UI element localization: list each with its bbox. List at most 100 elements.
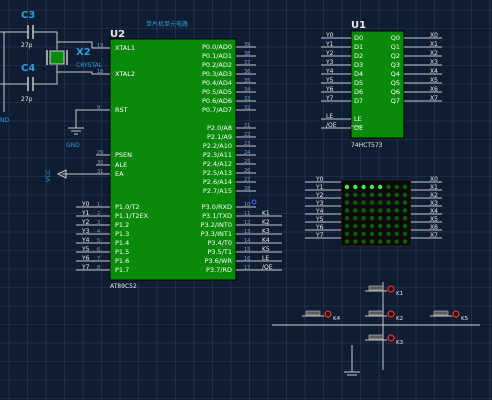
u2-part: AT89C52 — [110, 283, 137, 290]
u1-d-pin-name: D0 — [354, 34, 363, 42]
led-dot-off — [378, 216, 383, 221]
push-button-cap[interactable] — [305, 310, 321, 316]
u2-right-pin-name: P0.4/AD4 — [202, 79, 232, 87]
u2-right-pin-number: 10 — [244, 202, 250, 208]
u2-left-pin-name: P1.5 — [115, 248, 129, 256]
u2-right-pin-number: 23 — [244, 141, 250, 147]
u2-right-pin-number: 25 — [244, 159, 250, 165]
led-dot-off — [402, 200, 408, 205]
u2-right-pin-name: P3.1/TXD — [202, 212, 232, 220]
u1-ref: U1 — [351, 20, 366, 31]
led-dot-off — [353, 200, 358, 205]
u2-left-pin-number: 7 — [97, 256, 100, 262]
led-dot-on — [369, 184, 375, 190]
u2-right-pin-name: P3.2/INT0 — [201, 221, 232, 229]
u2-right-pin-number: 17 — [244, 265, 250, 271]
c3-ref: C3 — [21, 10, 35, 21]
led-dot-off — [394, 223, 399, 229]
u1-q-pin-name: Q0 — [391, 34, 400, 42]
u2-left-pin-name: P1.1/T2EX — [115, 212, 149, 220]
push-button-cap[interactable] — [368, 285, 384, 291]
button-label: K5 — [461, 316, 469, 322]
left-gnd-label: ND — [0, 117, 9, 124]
led-dot-off — [386, 223, 391, 229]
schematic-canvas[interactable]: C3 27p C4 27p ND X2 CRYSTAL GND VCC U2 单… — [0, 0, 492, 400]
led-dot-off — [402, 192, 408, 197]
led-dot-off — [344, 208, 350, 213]
u2-right-pin-number: 38 — [244, 51, 250, 57]
button-label: K3 — [396, 340, 404, 346]
led-dot-off — [394, 216, 399, 221]
led-dot-off — [402, 223, 408, 229]
u2-right-net-label: K4 — [262, 237, 270, 244]
matrix-left-net-label: Y2 — [315, 192, 324, 199]
led-dot-off — [344, 239, 350, 244]
button-label: K1 — [396, 291, 403, 297]
led-dot-off — [369, 192, 375, 197]
probe-pin-icon — [452, 310, 460, 318]
u2-left-pin-number: 1 — [97, 202, 100, 208]
push-button-cap[interactable] — [368, 334, 384, 340]
u1-left-net-label: Y6 — [325, 86, 334, 93]
u2-left-pin-number: 2 — [97, 211, 100, 217]
u2-left-pin-name: ALE — [115, 161, 127, 169]
u1-ctrl-pin-name: OE — [354, 124, 363, 132]
u2-right-pin-name: P2.5/A13 — [203, 169, 232, 177]
led-dot-off — [361, 216, 366, 221]
led-dot-off — [369, 208, 375, 213]
x2-part: CRYSTAL — [76, 62, 103, 69]
led-dot-off — [386, 216, 391, 221]
u2-left-pin-name: P1.4 — [115, 239, 129, 247]
u1-right-net-label: X4 — [430, 68, 438, 75]
u1-d-pin-name: D6 — [354, 88, 363, 96]
u2-left-pin-name: P1.0/T2 — [115, 203, 140, 211]
matrix-left-net-label: Y0 — [315, 176, 324, 183]
u1-left-net-label: Y2 — [325, 50, 334, 57]
u1-part: 74HCT573 — [351, 142, 383, 149]
led-dot-off — [402, 216, 408, 221]
led-dot-off — [369, 200, 375, 205]
u2-title: 单片机单元电路 — [146, 20, 188, 28]
u2-right-net-label: LE — [262, 255, 269, 262]
u2-left-net-label: Y6 — [81, 255, 90, 262]
u2-left-pin-name: PSEN — [115, 151, 132, 159]
u2-left-pin-number: 31 — [97, 169, 103, 175]
led-dot-on — [344, 184, 350, 190]
push-button-cap[interactable] — [433, 310, 449, 316]
u2-right-net-label: /OE — [262, 264, 273, 271]
u2-right-pin-number: 34 — [244, 87, 250, 93]
u2-right-pin-name: P3.6/WR — [205, 257, 233, 265]
led-dot-off — [386, 200, 391, 205]
led-dot-off — [361, 239, 366, 244]
led-dot-off — [344, 216, 350, 221]
u2-right-pin-name: P2.1/A9 — [207, 133, 232, 141]
probe-pin-icon — [387, 310, 395, 318]
matrix-left-net-label: Y4 — [315, 208, 324, 215]
u1-d-pin-name: D2 — [354, 52, 363, 60]
u2-left-pin-number: 29 — [97, 150, 103, 156]
matrix-right-net-label: X7 — [430, 232, 438, 239]
u1-right-net-label: X0 — [430, 32, 438, 39]
led-dot-off — [386, 239, 391, 244]
u2-left-net-label: Y3 — [81, 228, 90, 235]
u2-left-net-label: Y2 — [81, 219, 90, 226]
matrix-left-net-label: Y3 — [315, 200, 324, 207]
u1-d-pin-name: D5 — [354, 79, 363, 87]
u2-right-pin-name: P2.0/A8 — [207, 124, 232, 132]
led-dot-off — [378, 200, 383, 205]
u2-left-net-label: Y4 — [81, 237, 90, 244]
x2-crystal-body[interactable] — [49, 50, 65, 65]
led-dot-off — [353, 239, 358, 244]
led-dot-off — [394, 208, 399, 213]
led-dot-off — [361, 231, 366, 236]
u2-left-pin-name: RST — [115, 106, 128, 114]
u2-left-pin-number: 5 — [97, 238, 100, 244]
u1-right-net-label: X3 — [430, 59, 438, 66]
u2-right-pin-name: P0.0/AD0 — [202, 43, 232, 51]
u1-ctrl-pin-name: LE — [354, 115, 362, 123]
push-button-cap[interactable] — [368, 310, 384, 316]
led-matrix-body[interactable] — [340, 179, 412, 247]
u2-left-pin-name: P1.7 — [115, 266, 129, 274]
u2-right-pin-number: 14 — [244, 238, 250, 244]
u2-left-pin-number: 8 — [97, 265, 100, 271]
